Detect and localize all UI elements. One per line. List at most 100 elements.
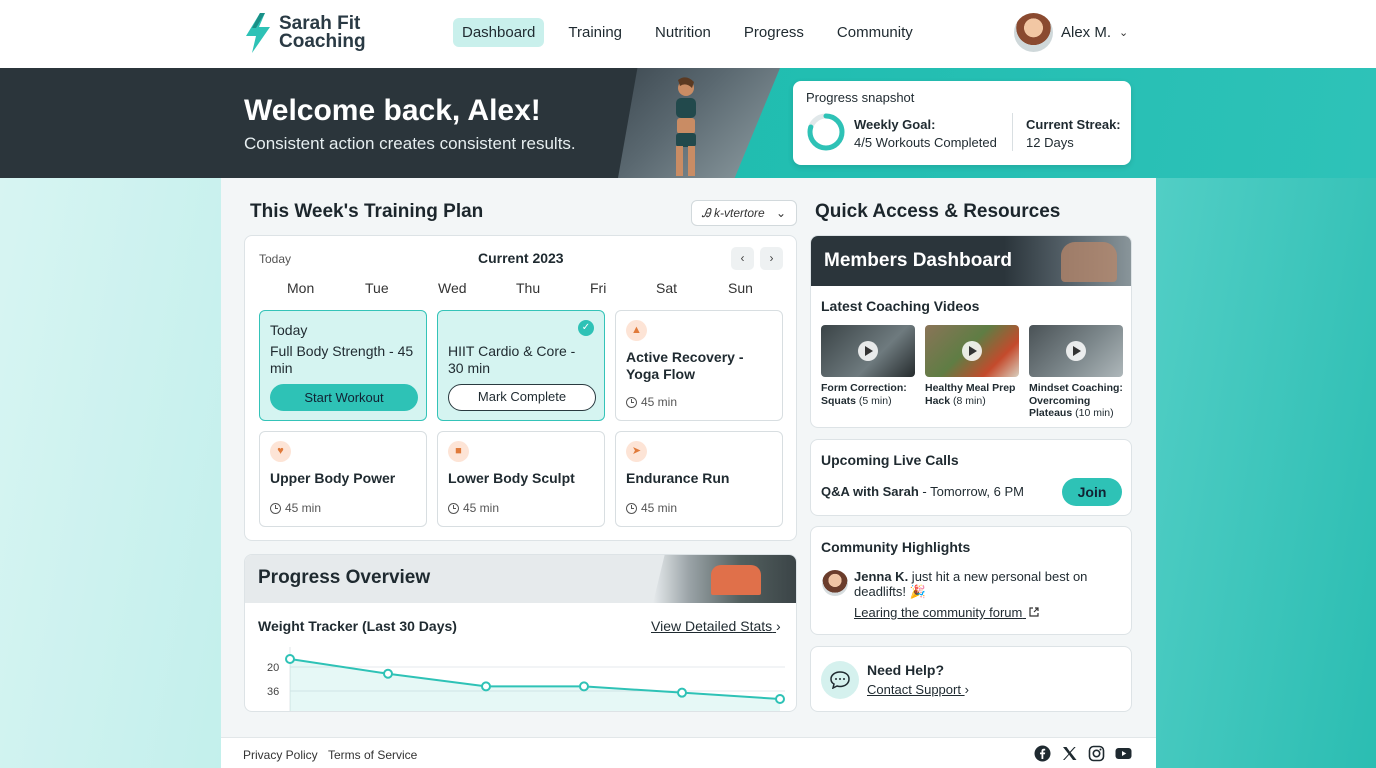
brand-name: Sarah Fit Coaching [279,14,366,52]
nav-training[interactable]: Training [559,18,631,47]
video-thumbnail [821,325,915,377]
community-avatar [822,570,848,596]
resources-title: Quick Access & Resources [815,201,1061,222]
user-menu[interactable]: Alex M. ⌄ [1014,13,1128,52]
chevron-down-icon: ⌄ [775,206,786,220]
user-avatar [1014,13,1053,52]
video-item[interactable]: Healthy Meal Prep Hack (8 min) [925,325,1019,407]
workout-duration: 45 min [626,501,677,515]
weekday-sat: Sat [656,280,678,296]
weekday-thu: Thu [516,280,541,296]
training-plan-title: This Week's Training Plan [250,201,484,222]
nav-progress[interactable]: Progress [735,18,813,47]
nav-nutrition[interactable]: Nutrition [646,18,720,47]
weight-data-point[interactable] [481,681,491,692]
workout-card-endurance[interactable]: ➤ Endurance Run 45 min [615,431,783,527]
nav-community[interactable]: Community [828,18,922,47]
weekday-tue: Tue [365,280,389,296]
chevron-down-icon: ⌄ [1119,27,1129,39]
instagram-icon[interactable] [1088,745,1105,762]
workout-card-recovery[interactable]: ▲ Active Recovery - Yoga Flow 45 min [615,310,783,421]
community-user: Jenna K. [854,569,909,584]
chat-bubble-icon [821,661,859,699]
y-tick-label: 20 [267,662,279,674]
workout-card-lower-body[interactable]: ■ Lower Body Sculpt 45 min [437,431,605,527]
join-call-button[interactable]: Join [1062,478,1122,506]
duration-text: 45 min [285,501,322,515]
user-name: Alex M. [1061,24,1112,41]
brand-name-line2: Coaching [279,31,366,52]
y-tick-label: 36 [267,686,279,698]
live-call-info: Q&A with Sarah - Tomorrow, 6 PM [821,484,1024,499]
mark-complete-button[interactable]: Mark Complete [448,384,596,411]
hero-banner: Welcome back, Alex! Consistent action cr… [0,68,1376,178]
live-call-time: - Tomorrow, 6 PM [918,484,1024,499]
view-detailed-stats-link[interactable]: View Detailed Stats › [651,618,781,634]
start-workout-button[interactable]: Start Workout [270,384,418,411]
weekly-goal-label: Weekly Goal: [854,117,936,132]
video-item[interactable]: Form Correction: Squats (5 min) [821,325,915,407]
welcome-title: Welcome back, Alex! [244,94,541,127]
clock-icon [626,502,637,514]
view-detailed-stats-label: View Detailed Stats [651,618,773,634]
members-header[interactable]: Members Dashboard [811,236,1131,286]
main-nav: Dashboard Training Nutrition Progress Co… [453,18,929,47]
terms-of-service-link[interactable]: Terms of Service [328,748,417,762]
community-forum-label: Learing the community forum [854,605,1023,620]
weight-data-point[interactable] [579,681,589,692]
progress-overview-card: Progress Overview Weight Tracker (Last 3… [244,554,797,712]
video-thumbnail [1029,325,1123,377]
chevron-left-icon: ‹ [740,251,745,265]
weight-data-point[interactable] [677,687,687,698]
clock-icon [270,502,281,514]
workout-duration: 45 min [448,501,499,515]
weight-data-point[interactable] [775,694,785,704]
progress-photo [653,555,796,603]
plan-filter-value: Ꭿ k‐vtertore [702,206,765,220]
workout-title: Endurance Run [626,470,730,486]
leg-icon: ■ [448,441,469,462]
plan-filter-dropdown[interactable]: Ꭿ k‐vtertore ⌄ [691,200,797,226]
x-twitter-icon[interactable] [1061,745,1078,762]
facebook-icon[interactable] [1034,745,1051,762]
main-content: This Week's Training Plan Ꭿ k‐vtertore ⌄… [221,178,1156,768]
footer: Privacy Policy Terms of Service [221,737,1156,768]
progress-snapshot-card: Progress snapshot Weekly Goal: 4/5 Worko… [793,81,1131,165]
community-title: Community Highlights [821,539,971,555]
brand-logo[interactable]: Sarah Fit Coaching [243,12,366,54]
workout-duration: 45 min [270,501,321,515]
weight-data-point[interactable] [285,654,295,664]
next-week-button[interactable]: › [760,247,783,270]
workout-card-hiit[interactable]: ✓ HIIT Cardio & Core - 30 min Mark Compl… [437,310,605,421]
workout-title: Active Recovery - Yoga Flow [626,349,744,382]
play-icon [962,341,982,361]
video-duration: (10 min) [1072,407,1114,419]
videos-title: Latest Coaching Videos [821,298,980,314]
live-call-host: Q&A with Sarah [821,484,919,499]
calendar-today-label: Today [259,252,292,266]
weekly-goal-value: 4/5 Workouts Completed [854,135,997,150]
live-calls-card: Upcoming Live Calls Q&A with Sarah - Tom… [810,439,1132,516]
duration-text: 45 min [641,501,678,515]
privacy-policy-link[interactable]: Privacy Policy [243,748,318,762]
workout-today-tag: Today [270,322,308,338]
current-streak: Current Streak: 12 Days [1026,116,1121,152]
external-link-icon [1029,607,1039,617]
snapshot-divider [1012,113,1013,151]
video-caption: Mindset Coaching: Overcoming Plateaus (1… [1029,382,1123,420]
weight-data-point[interactable] [383,668,393,679]
workout-card-upper-body[interactable]: ♥ Upper Body Power 45 min [259,431,427,527]
workout-title: Full Body Strength - 45 min [270,343,414,376]
youtube-icon[interactable] [1115,745,1132,762]
check-icon: ✓ [578,320,594,336]
contact-support-link[interactable]: Contact Support › [867,682,969,697]
duration-text: 45 min [463,501,500,515]
video-item[interactable]: Mindset Coaching: Overcoming Plateaus (1… [1029,325,1123,420]
chevron-right-icon: › [964,682,969,697]
community-forum-link[interactable]: Learing the community forum [854,605,1039,620]
workout-card-today[interactable]: Today Full Body Strength - 45 min Start … [259,310,427,421]
nav-dashboard[interactable]: Dashboard [453,18,545,47]
prev-week-button[interactable]: ‹ [731,247,754,270]
top-navigation: Sarah Fit Coaching Dashboard Training Nu… [0,0,1376,68]
workout-duration: 45 min [626,395,677,409]
